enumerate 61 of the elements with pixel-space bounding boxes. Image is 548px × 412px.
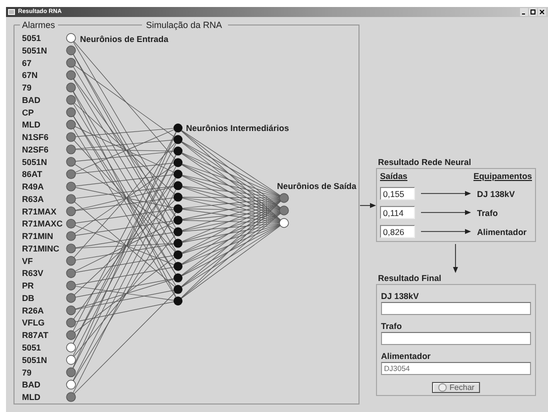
alarm-label: MLD (22, 120, 40, 130)
alarm-label: VF (22, 256, 33, 266)
output-value-field[interactable]: 0,155 (380, 187, 415, 200)
alarm-label: R71MAX (22, 206, 56, 216)
down-arrow-icon (452, 244, 459, 273)
alarm-label: R49A (22, 182, 44, 192)
alarm-label: 5051N (22, 156, 48, 167)
equipment-label: Alimentador (477, 226, 527, 236)
input-field[interactable] (381, 302, 531, 315)
alarm-label: R71MIN (22, 231, 54, 242)
final-result-heading: Resultado Final (378, 273, 442, 284)
circle-icon (438, 383, 447, 392)
arrow-icon (421, 228, 471, 235)
close-icon[interactable] (538, 8, 546, 16)
maximize-icon[interactable] (529, 8, 537, 16)
alarm-label: R63V (22, 268, 44, 278)
alarms-heading: Alarmes (22, 20, 56, 30)
alarm-label: 67 (22, 58, 32, 68)
alarm-label: 86AT (22, 169, 42, 180)
alarm-label: 5051N (22, 354, 48, 365)
alarm-label: R71MAXC (22, 218, 63, 229)
alarm-label: R63A (22, 194, 44, 204)
alarm-label: MLD (22, 392, 40, 402)
close-button[interactable]: Fechar (432, 382, 480, 393)
app-icon (8, 9, 15, 15)
alarm-label: VFLG (22, 318, 45, 328)
alarm-label: 5051 (22, 33, 41, 43)
output-layer-label: Neurônios de Saída (277, 181, 356, 191)
field-label: DJ 138kV (381, 291, 420, 301)
alarm-label: N1SF6 (22, 132, 48, 142)
neural-result-heading: Resultado Rede Neural (378, 157, 472, 168)
input-field[interactable] (381, 332, 531, 345)
field-label: Alimentador (381, 351, 432, 361)
alarm-label: BAD (22, 94, 40, 105)
alarm-label: N2SF6 (22, 144, 48, 154)
alarm-label: 5051 (22, 342, 41, 352)
arrow-icon (421, 209, 471, 216)
minimize-icon[interactable] (520, 8, 528, 16)
field-label: Trafo (381, 321, 403, 331)
alarm-label: 67N (22, 70, 38, 80)
alarm-label: 79 (22, 367, 32, 378)
arrow-icon (421, 190, 471, 197)
equipment-header: Equipamentos (473, 171, 532, 181)
equipment-label: DJ 138kV (477, 188, 515, 198)
outputs-header: Saídas (380, 171, 408, 181)
equipment-label: Trafo (477, 208, 498, 218)
alarm-label: R87AT (22, 330, 48, 340)
alarm-label: CP (22, 107, 34, 118)
output-value-field[interactable]: 0,114 (380, 206, 415, 219)
simulation-heading: Simulação da RNA (146, 20, 222, 30)
output-value-field[interactable]: 0,826 (380, 225, 415, 238)
alarm-label: 79 (22, 82, 32, 93)
input-layer-label: Neurônios de Entrada (80, 34, 168, 44)
alarm-label: R26A (22, 305, 44, 316)
alarm-label: BAD (22, 380, 40, 390)
hidden-layer-label: Neurônios Intermediários (186, 123, 289, 133)
alarm-label: PR (22, 280, 34, 291)
alarm-label: 5051N (22, 45, 48, 56)
alarm-label: R71MINC (22, 243, 60, 254)
alarm-label: DB (22, 292, 34, 303)
arrow-icon (360, 202, 376, 208)
